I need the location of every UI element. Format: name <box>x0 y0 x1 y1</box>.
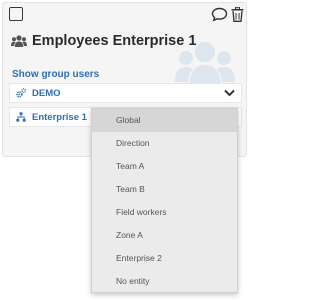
show-group-users-link[interactable]: Show group users <box>12 69 99 80</box>
comment-icon[interactable] <box>211 7 228 22</box>
chevron-down-icon[interactable] <box>224 89 235 97</box>
sitemap-icon <box>16 112 26 122</box>
gears-icon <box>16 88 26 98</box>
dropdown-option[interactable]: Global <box>92 109 237 132</box>
dropdown-option[interactable]: Team B <box>92 178 237 201</box>
select-checkbox[interactable] <box>9 7 23 21</box>
users-icon <box>11 35 27 47</box>
dropdown-option[interactable]: Field workers <box>92 201 237 224</box>
dropdown-option[interactable]: Team A <box>92 155 237 178</box>
dropdown-option[interactable]: Enterprise 2 <box>92 247 237 270</box>
organization-value: DEMO <box>32 87 61 99</box>
dropdown-option[interactable]: Zone A <box>92 224 237 247</box>
card-header: Employees Enterprise 1 <box>11 31 196 51</box>
organization-select[interactable]: DEMO <box>9 83 242 103</box>
group-title: Employees Enterprise 1 <box>32 33 197 49</box>
trash-icon[interactable] <box>231 7 244 22</box>
entity-dropdown-menu: Global Direction Team A Team B Field wor… <box>91 108 238 293</box>
dropdown-option[interactable]: Direction <box>92 132 237 155</box>
entity-value: Enterprise 1 <box>32 111 87 123</box>
dropdown-option[interactable]: No entity <box>92 270 237 293</box>
